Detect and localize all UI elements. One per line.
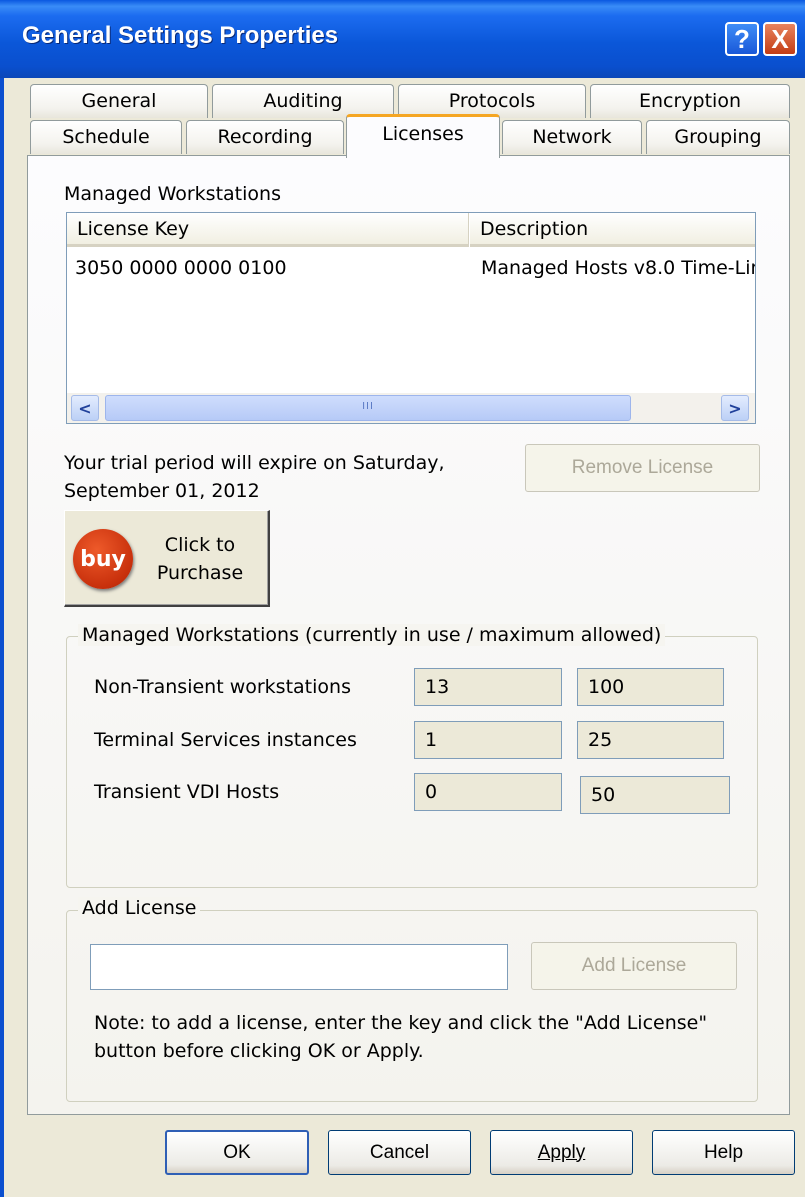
- button-label: Apply: [537, 1141, 586, 1163]
- usage-label: Non-Transient workstations: [94, 676, 351, 698]
- purchase-button[interactable]: buy Click to Purchase: [64, 510, 270, 607]
- horizontal-scrollbar[interactable]: < III >: [67, 393, 755, 423]
- tab-auditing[interactable]: Auditing: [212, 84, 394, 118]
- add-license-group: [66, 910, 758, 1102]
- purchase-line-1: Click to: [164, 534, 236, 556]
- tab-licenses[interactable]: Licenses: [346, 114, 500, 158]
- license-list[interactable]: License Key Description 3050 0000 0000 0…: [66, 212, 756, 424]
- properties-dialog: General Settings Properties ? X General …: [0, 0, 805, 1197]
- scroll-thumb[interactable]: III: [105, 395, 631, 421]
- ok-button[interactable]: OK: [165, 1130, 309, 1175]
- window-border: [0, 78, 4, 1197]
- question-icon: ?: [734, 23, 750, 54]
- window-title: General Settings Properties: [22, 22, 339, 49]
- tab-label: Recording: [217, 126, 313, 148]
- description-cell: Managed Hosts v8.0 Time-Lir: [481, 257, 756, 279]
- tab-grouping[interactable]: Grouping: [646, 120, 790, 154]
- add-license-legend: Add License: [78, 897, 201, 919]
- chevron-left-icon: <: [78, 398, 92, 418]
- license-key-input[interactable]: [90, 944, 508, 990]
- tab-label: Protocols: [448, 90, 536, 112]
- used-count-field: 1: [414, 721, 562, 759]
- max-count-field: 50: [580, 776, 730, 814]
- managed-workstations-heading: Managed Workstations: [64, 183, 281, 205]
- tab-label: Auditing: [263, 90, 343, 112]
- scroll-right-button[interactable]: >: [721, 395, 749, 421]
- button-label: Help: [703, 1141, 744, 1163]
- tab-label: Schedule: [62, 126, 150, 148]
- usage-label: Transient VDI Hosts: [94, 781, 280, 803]
- remove-license-button[interactable]: Remove License: [525, 444, 760, 492]
- apply-button[interactable]: Apply: [490, 1130, 633, 1175]
- tab-protocols[interactable]: Protocols: [398, 84, 586, 118]
- purchase-line-2: Purchase: [156, 562, 244, 584]
- license-key-cell: 3050 0000 0000 0100: [75, 257, 287, 279]
- buy-icon-text: buy: [80, 546, 126, 572]
- tab-general[interactable]: General: [30, 84, 208, 118]
- button-label: Cancel: [369, 1141, 430, 1163]
- note-line-2: button before clicking OK or Apply.: [94, 1040, 424, 1062]
- column-label: License Key: [77, 218, 190, 240]
- button-label: Add License: [581, 955, 687, 976]
- column-header-description[interactable]: Description: [470, 213, 755, 247]
- tab-label: General: [81, 90, 157, 112]
- close-icon: X: [771, 23, 789, 54]
- grip-icon: III: [362, 401, 374, 412]
- title-bar[interactable]: General Settings Properties ? X: [0, 0, 805, 78]
- trial-line-2: September 01, 2012: [64, 480, 260, 502]
- buy-icon: buy: [73, 529, 133, 589]
- tab-schedule[interactable]: Schedule: [30, 120, 182, 154]
- usage-label: Terminal Services instances: [94, 729, 357, 751]
- close-button[interactable]: X: [763, 22, 797, 56]
- button-label: Remove License: [571, 457, 714, 478]
- add-license-button[interactable]: Add License: [531, 942, 737, 990]
- trial-expiry-text: Your trial period will expire on Saturda…: [64, 449, 445, 505]
- trial-line-1: Your trial period will expire on Saturda…: [64, 452, 445, 474]
- tab-label: Licenses: [382, 123, 464, 145]
- tab-label: Grouping: [674, 126, 762, 148]
- add-license-note: Note: to add a license, enter the key an…: [94, 1009, 707, 1065]
- help-button[interactable]: Help: [652, 1130, 795, 1175]
- tab-label: Network: [532, 126, 612, 148]
- note-line-1: Note: to add a license, enter the key an…: [94, 1012, 708, 1034]
- tab-recording[interactable]: Recording: [186, 120, 344, 154]
- tab-network[interactable]: Network: [502, 120, 642, 154]
- scroll-left-button[interactable]: <: [71, 395, 99, 421]
- used-count-field: 13: [414, 668, 562, 706]
- max-count-field: 25: [577, 721, 724, 759]
- help-title-button[interactable]: ?: [725, 22, 759, 56]
- tab-label: Encryption: [638, 90, 741, 112]
- column-header-license-key[interactable]: License Key: [67, 213, 469, 247]
- chevron-right-icon: >: [728, 398, 742, 418]
- used-count-field: 0: [414, 773, 562, 811]
- purchase-label: Click to Purchase: [145, 531, 255, 587]
- column-label: Description: [480, 218, 589, 240]
- button-label: OK: [223, 1141, 251, 1163]
- usage-group-legend: Managed Workstations (currently in use /…: [78, 624, 666, 646]
- tab-encryption[interactable]: Encryption: [590, 84, 790, 118]
- cancel-button[interactable]: Cancel: [328, 1130, 471, 1175]
- max-count-field: 100: [577, 668, 724, 706]
